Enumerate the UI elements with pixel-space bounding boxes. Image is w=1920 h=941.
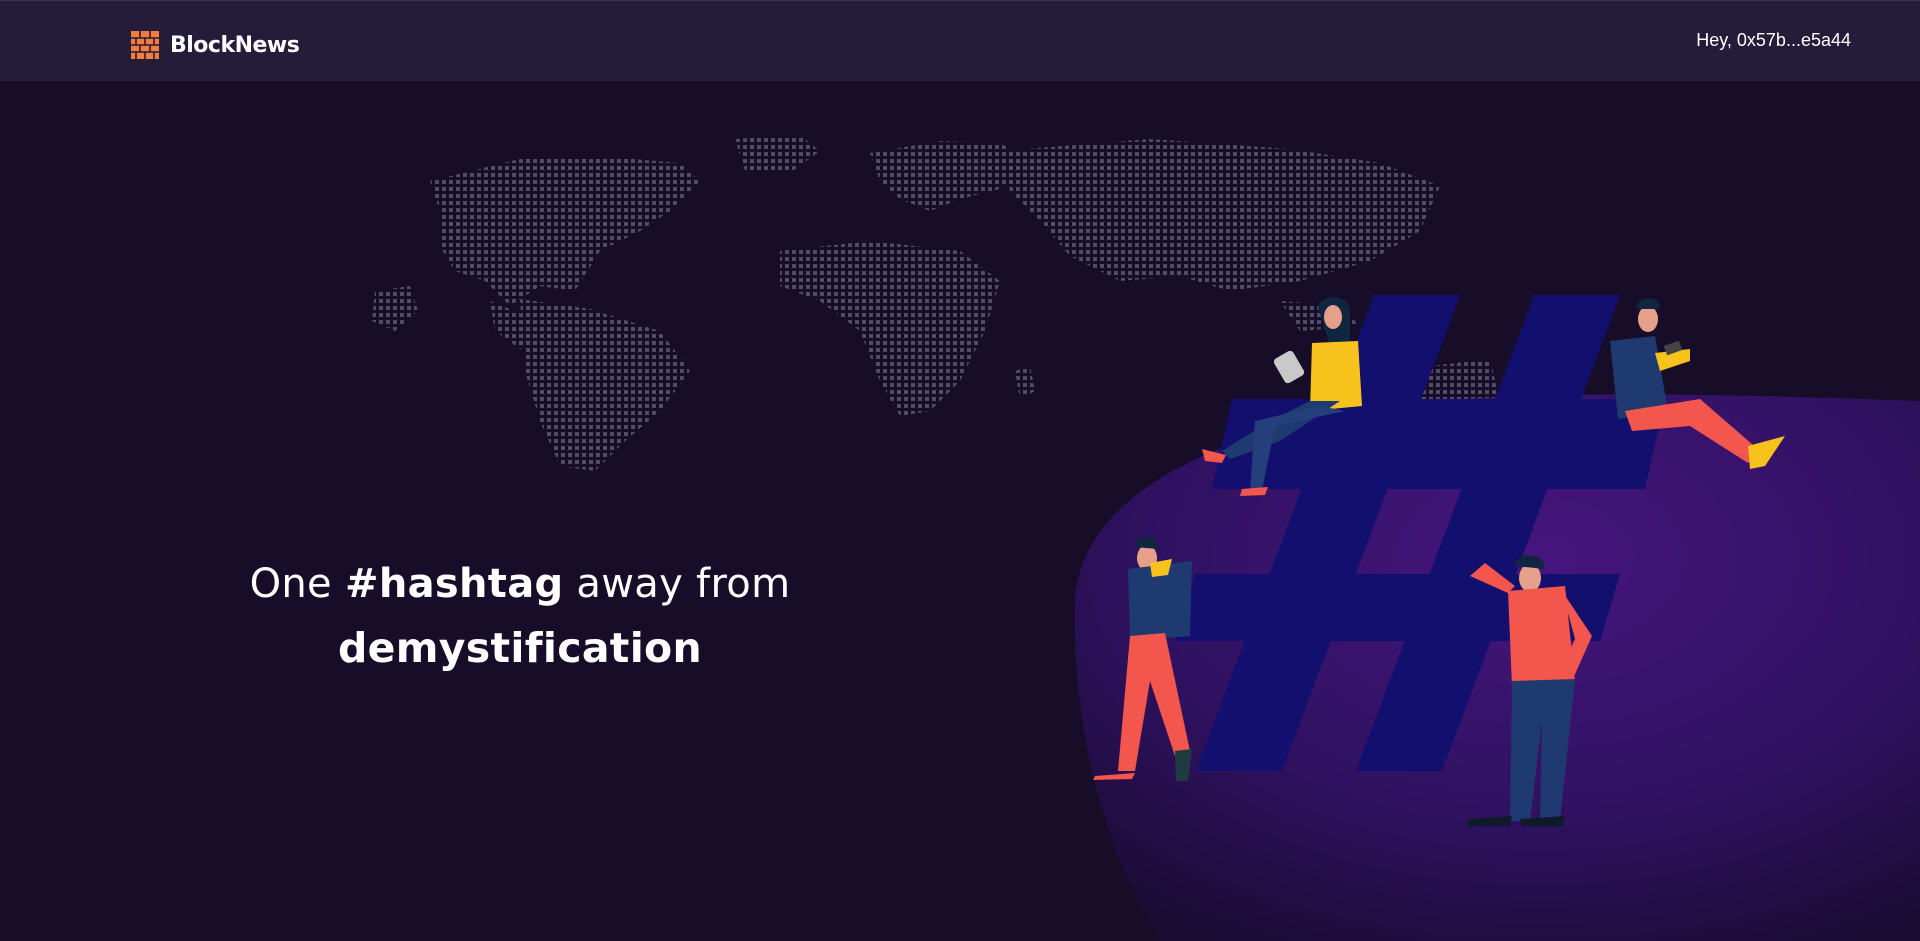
top-navbar: BlockNews Hey, 0x57b...e5a44	[0, 0, 1920, 81]
headline-hashtag: #hashtag	[345, 560, 564, 607]
brand-link[interactable]: BlockNews	[131, 31, 300, 59]
headline-prefix: One	[249, 560, 345, 607]
brand-name: BlockNews	[170, 32, 300, 58]
hashtag-people-illustration	[1074, 295, 1920, 941]
hero-section: One #hashtag away from demystification	[0, 81, 1920, 941]
headline-emphasis: demystification	[337, 623, 703, 672]
headline-suffix: away from	[563, 560, 791, 607]
brick-wall-icon	[131, 31, 159, 59]
hero-headline: One #hashtag away from demystification	[200, 552, 840, 680]
wallet-account-label[interactable]: Hey, 0x57b...e5a44	[1696, 30, 1851, 51]
